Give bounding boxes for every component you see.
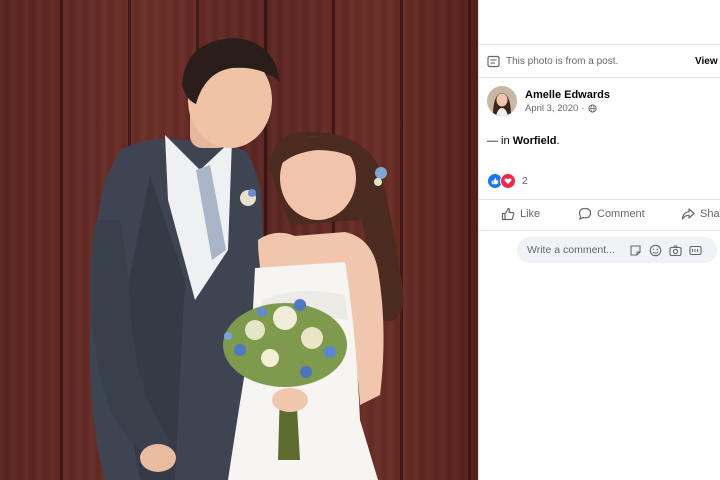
checkin-suffix: . <box>556 135 560 147</box>
post-author: Amelle Edwards April 3, 2020 · <box>487 86 610 116</box>
comment-icon <box>578 207 592 221</box>
post-date[interactable]: April 3, 2020 <box>525 102 578 115</box>
comment-composer: Write a comment... <box>487 237 717 263</box>
camera-icon[interactable] <box>669 244 682 257</box>
post-action-bar: Like Comment Share <box>479 199 720 231</box>
location-link[interactable]: Worfield <box>513 135 557 147</box>
sticker-icon[interactable] <box>629 244 642 257</box>
checkin-text: — in Worfield. <box>487 135 560 147</box>
reaction-count: 2 <box>522 175 528 187</box>
globe-icon <box>587 103 597 113</box>
dot-separator: · <box>581 102 585 114</box>
post-details-panel: This photo is from a post. View Amelle E… <box>479 0 720 480</box>
comment-placeholder: Write a comment... <box>527 244 615 256</box>
share-button[interactable]: Share <box>681 207 720 221</box>
reaction-summary[interactable]: 2 <box>487 173 528 189</box>
like-button[interactable]: Like <box>501 207 540 221</box>
post-photo[interactable] <box>0 0 478 480</box>
like-label: Like <box>520 208 541 220</box>
thumbs-up-icon <box>501 207 515 221</box>
share-label: Share <box>700 208 720 220</box>
comment-button[interactable]: Comment <box>578 207 645 221</box>
wedding-couple-illustration <box>89 38 404 480</box>
checkin-prefix: — in <box>487 135 510 147</box>
gif-icon[interactable] <box>689 244 702 257</box>
avatar[interactable] <box>487 86 517 116</box>
comment-input[interactable]: Write a comment... <box>517 237 717 263</box>
emoji-icon[interactable] <box>649 244 662 257</box>
post-notice-bar: This photo is from a post. View <box>479 44 720 78</box>
love-reaction-icon <box>500 173 516 189</box>
view-post-link[interactable]: View <box>695 56 718 67</box>
share-icon <box>681 207 695 221</box>
post-icon <box>487 55 500 68</box>
post-notice-text: This photo is from a post. <box>506 55 619 67</box>
comment-label: Comment <box>597 208 645 220</box>
author-name[interactable]: Amelle Edwards <box>525 88 610 102</box>
